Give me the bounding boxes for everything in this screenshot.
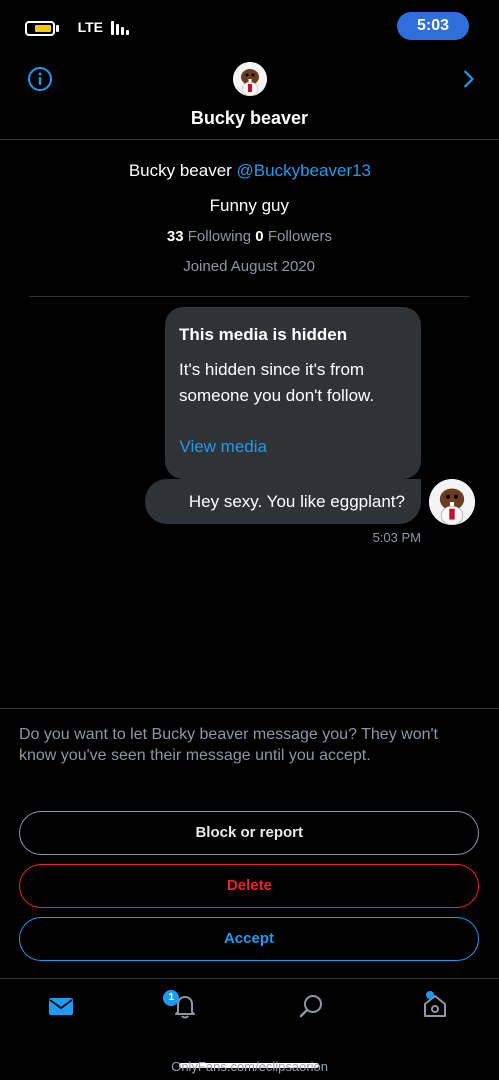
media-title: This media is hidden [179,325,348,344]
search-icon[interactable] [297,992,325,1020]
battery-icon [25,21,55,36]
block-or-report-button[interactable]: Block or report [19,811,479,855]
delete-button[interactable]: Delete [19,864,479,908]
profile-bio: Funny guy [209,196,290,215]
signal-icon [109,21,129,35]
network-label: LTE [77,19,103,35]
follow-counts: 33 Following 0 Followers [0,228,499,245]
message-timestamp: 5:03 PM [372,530,421,545]
followers-label[interactable]: Followers [268,228,332,245]
followers-count[interactable]: 0 [255,228,263,245]
following-label[interactable]: Following [188,228,251,245]
watermark: OnlyFans.com/eclipsaorion [171,1059,328,1074]
beaver-avatar-icon [233,62,267,96]
accept-button[interactable]: Accept [19,917,479,961]
profile-divider [29,296,469,297]
request-divider [0,708,499,709]
home-dot-indicator [426,991,434,999]
profile-handle[interactable]: @Buckybeaver13 [236,161,370,180]
request-prompt: Do you want to let Bucky beaver message … [19,726,438,764]
info-icon[interactable] [27,66,53,92]
message-bubble[interactable]: Hey sexy. You like eggplant? [145,479,421,524]
avatar[interactable] [233,62,267,96]
back-chevron-icon[interactable] [457,68,479,90]
status-time: 5:03 [397,12,469,40]
joined-date: Joined August 2020 [183,258,316,275]
view-media-link[interactable]: View media [179,437,267,457]
notification-badge: 1 [163,990,179,1006]
sender-avatar[interactable] [429,479,475,525]
mail-icon[interactable] [47,992,75,1020]
battery-tip [56,25,59,32]
following-count[interactable]: 33 [167,228,184,245]
profile-name-line: Bucky beaver @Buckybeaver13 [0,161,499,181]
media-text: It's hidden since it's from someone you … [179,360,375,405]
hidden-media-card: This media is hidden It's hidden since i… [165,307,421,479]
profile-name: Bucky beaver [128,161,232,180]
page-title: Bucky beaver [190,108,309,128]
beaver-avatar-icon [429,479,475,525]
